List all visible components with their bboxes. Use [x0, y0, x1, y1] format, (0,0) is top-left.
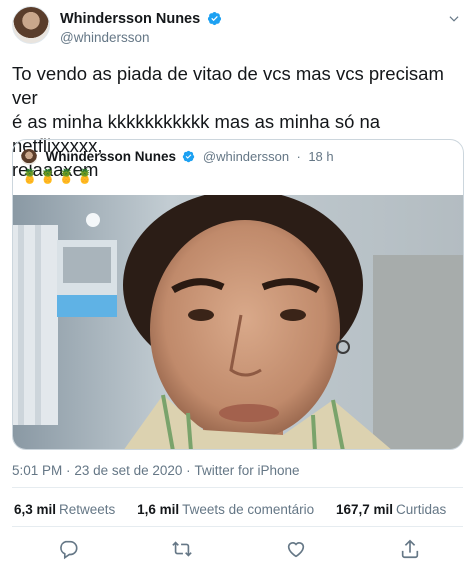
like-icon[interactable] — [284, 538, 308, 560]
divider — [12, 487, 463, 488]
quoted-author-handle: @whindersson — [202, 149, 290, 165]
separator-dot: · — [186, 462, 191, 478]
separator-dot: · — [66, 462, 71, 478]
retweet-icon[interactable] — [170, 538, 194, 560]
share-icon[interactable] — [398, 538, 422, 560]
tweet-time[interactable]: 5:01 PM — [12, 463, 62, 478]
stat-number: 167,7 mil — [335, 502, 393, 517]
tweet-actions — [12, 538, 463, 562]
tweet-header: Whindersson Nunes @whindersson — [12, 6, 463, 48]
quoted-tweet-header: Whindersson Nunes @whindersson · 18 h — [21, 148, 334, 166]
quoted-photo[interactable] — [13, 195, 464, 450]
stat-label: Tweets de comentário — [182, 502, 315, 517]
tweet-date[interactable]: 23 de set de 2020 — [74, 463, 182, 478]
quoted-avatar — [21, 148, 37, 165]
chevron-down-icon[interactable] — [447, 12, 461, 26]
quoted-time: 18 h — [308, 149, 334, 165]
verified-badge-icon — [207, 12, 221, 26]
retweets-stat[interactable]: 6,3 mil Retweets — [14, 502, 115, 517]
stat-label: Retweets — [59, 502, 116, 517]
stat-label: Curtidas — [396, 502, 447, 517]
author-name[interactable]: Whindersson Nunes — [60, 11, 200, 27]
likes-stat[interactable]: 167,7 mil Curtidas — [336, 502, 446, 517]
stat-number: 1,6 mil — [137, 502, 180, 517]
tweet-source[interactable]: Twitter for iPhone — [194, 463, 299, 478]
stat-number: 6,3 mil — [14, 502, 57, 517]
verified-badge-icon — [183, 151, 195, 163]
author-handle[interactable]: @whindersson — [60, 30, 222, 45]
quoted-tweet[interactable]: Whindersson Nunes @whindersson · 18 h 🍍🍍… — [12, 139, 464, 450]
quoted-text: 🍍🍍🍍🍍 — [21, 168, 95, 184]
reply-icon[interactable] — [56, 538, 80, 560]
separator-dot: · — [296, 149, 301, 165]
quoted-author-name: Whindersson Nunes — [45, 149, 176, 165]
tweet-stats: 6,3 mil Retweets 1,6 mil Tweets de comentá… — [14, 502, 464, 517]
avatar[interactable] — [12, 6, 50, 44]
divider — [12, 526, 463, 527]
tweet-meta: 5:01 PM · 23 de set de 2020 · Twitter fo… — [12, 462, 299, 478]
quote-tweets-stat[interactable]: 1,6 mil Tweets de comentário — [137, 502, 314, 517]
author-block: Whindersson Nunes @whindersson — [60, 10, 222, 45]
